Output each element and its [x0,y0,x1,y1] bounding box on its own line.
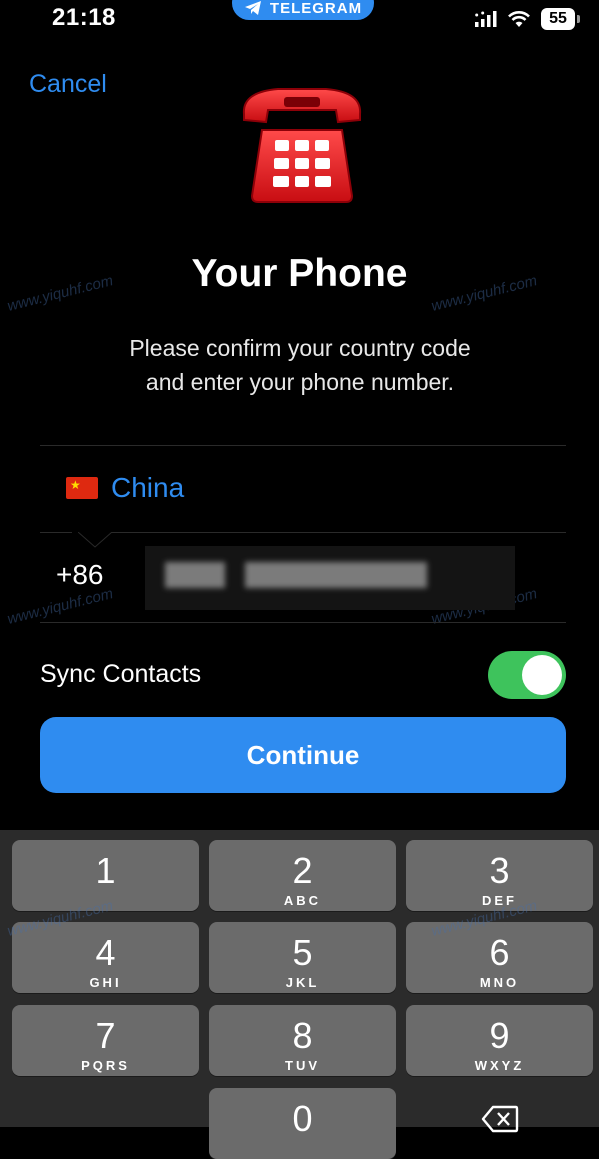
divider [40,532,72,533]
key-letters: GHI [89,975,122,990]
key-letters: JKL [285,975,320,990]
key-5[interactable]: 5 JKL [209,922,396,993]
numeric-keypad: 1 2 ABC 3 DEF 4 GHI 5 JKL 6 MNO 7 PQRS 8… [0,830,599,1159]
key-letters: MNO [479,975,520,990]
china-flag-icon: ★ [66,477,98,499]
redacted-digits [245,562,427,588]
signal-icon [475,11,497,27]
subtitle-line-1: Please confirm your country code [129,335,471,361]
telegram-app-pill[interactable]: TELEGRAM [232,0,374,20]
status-time: 21:18 [52,4,116,31]
key-letters: WXYZ [474,1058,525,1073]
key-digit: 7 [95,1015,116,1056]
wifi-icon [508,11,530,27]
key-digit: 2 [292,850,313,891]
key-4[interactable]: 4 GHI [12,922,199,993]
key-digit: 0 [292,1098,313,1139]
country-code[interactable]: +86 [56,559,104,591]
key-letters: ABC [283,893,322,908]
continue-button[interactable]: Continue [40,717,566,793]
divider [40,445,566,446]
divider [40,622,566,623]
key-digit: 8 [292,1015,313,1056]
subtitle: Please confirm your country code and ent… [60,331,540,399]
telegram-label: TELEGRAM [269,0,363,17]
key-0[interactable]: 0 [209,1088,396,1159]
battery-icon: 55 [541,8,580,30]
cancel-button[interactable]: Cancel [29,70,107,99]
key-3[interactable]: 3 DEF [406,840,593,911]
key-letters: PQRS [81,1058,130,1073]
status-icons: 55 [475,8,580,30]
telegram-plane-icon [244,1,261,15]
key-digit: 6 [489,932,510,973]
key-digit: 9 [489,1015,510,1056]
toggle-knob [522,655,562,695]
key-digit: 3 [489,850,510,891]
backspace-key[interactable] [406,1093,593,1143]
country-name: China [111,472,185,503]
redacted-digits [165,562,225,588]
key-9[interactable]: 9 WXYZ [406,1005,593,1076]
backspace-icon [481,1105,518,1133]
key-digit: 1 [95,850,116,891]
key-digit: 5 [292,932,313,973]
key-2[interactable]: 2 ABC [209,840,396,911]
key-7[interactable]: 7 PQRS [12,1005,199,1076]
sync-contacts-toggle[interactable] [488,651,566,699]
subtitle-line-2: and enter your phone number. [145,369,455,395]
country-selector[interactable]: ★ China [66,472,184,504]
key-digit: 4 [95,932,116,973]
phone-number-input[interactable] [145,546,515,610]
divider [110,532,566,533]
key-letters: TUV [285,1058,320,1073]
selector-pointer [78,532,112,548]
key-8[interactable]: 8 TUV [209,1005,396,1076]
telephone-icon [242,88,362,203]
sync-contacts-label: Sync Contacts [40,660,202,688]
